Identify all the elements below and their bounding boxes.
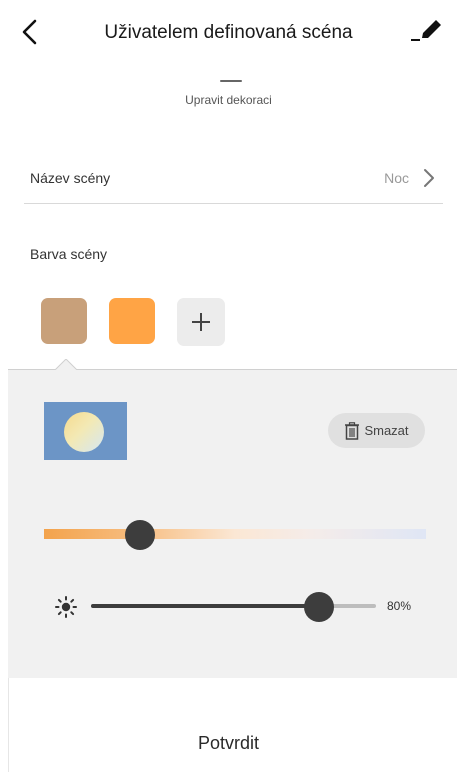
scene-name-row[interactable]: Název scény Noc [24, 158, 443, 204]
panel-pointer [55, 359, 77, 370]
delete-button[interactable]: Smazat [328, 413, 425, 448]
scene-color-label: Barva scény [30, 246, 108, 262]
color-preview [44, 402, 127, 460]
color-temperature-thumb[interactable] [124, 520, 155, 550]
scene-editor-screen: Uživatelem definovaná scéna Upravit deko… [0, 0, 457, 772]
page-title: Uživatelem definovaná scéna [104, 22, 353, 43]
color-temperature-slider[interactable] [44, 529, 426, 539]
pen-icon [411, 20, 441, 41]
bulb-preview-icon [64, 412, 104, 452]
chevron-left-icon [22, 19, 37, 45]
trash-icon [345, 421, 360, 440]
edit-decoration-link[interactable]: Upravit dekoraci [0, 93, 457, 107]
confirm-button[interactable]: Potvrdit [0, 718, 457, 768]
color-swatch-2[interactable] [109, 298, 155, 344]
brightness-thumb[interactable] [304, 592, 334, 622]
scene-name-label: Název scény [30, 170, 111, 186]
brightness-fill [91, 604, 319, 608]
chevron-right-icon [424, 169, 434, 187]
edit-button[interactable] [409, 14, 443, 48]
plus-icon [192, 313, 210, 331]
header: Uživatelem definovaná scéna [0, 0, 457, 66]
scene-name-value: Noc [384, 170, 409, 186]
add-color-button[interactable] [177, 298, 225, 346]
decoration-handle [220, 80, 242, 82]
brightness-value: 80% [387, 599, 412, 613]
back-button[interactable] [14, 16, 46, 48]
sun-icon [55, 596, 77, 618]
delete-label: Smazat [364, 423, 409, 438]
color-swatch-1[interactable] [41, 298, 87, 344]
